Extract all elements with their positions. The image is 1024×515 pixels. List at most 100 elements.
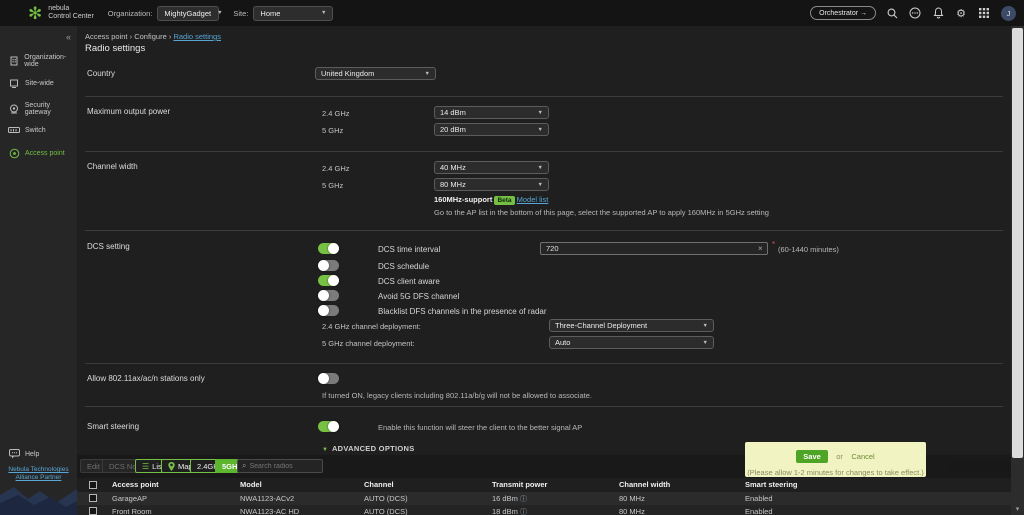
deploy-5-select[interactable]: Auto ▼ bbox=[549, 336, 714, 349]
cell-channel: AUTO (DCS) bbox=[364, 507, 408, 515]
settings-gear-icon[interactable]: ⚙ bbox=[954, 6, 968, 20]
col-access-point[interactable]: Access point bbox=[112, 480, 159, 489]
breadcrumb-configure[interactable]: Configure bbox=[134, 32, 167, 41]
cell-transmit-power: 16 dBm ⓘ bbox=[492, 494, 527, 503]
sidebar-item-organization-wide[interactable]: Organization-wide bbox=[8, 54, 77, 68]
organization-select[interactable]: MightyGadget ▼ bbox=[157, 5, 223, 21]
deploy-24-select[interactable]: Three-Channel Deployment ▼ bbox=[549, 319, 714, 332]
site-select[interactable]: Home ▼ bbox=[253, 5, 334, 21]
info-icon[interactable]: ⓘ bbox=[520, 509, 527, 515]
width-24-value: 40 MHz bbox=[440, 163, 466, 172]
chevron-down-icon: ▼ bbox=[537, 109, 543, 116]
sidebar-item-security-gateway[interactable]: Security gateway bbox=[8, 102, 77, 116]
dcs-time-interval-toggle[interactable] bbox=[318, 243, 339, 254]
model-list-link[interactable]: Model list bbox=[517, 195, 549, 204]
cell-transmit-power: 18 dBm ⓘ bbox=[492, 507, 527, 515]
allow-stations-toggle[interactable] bbox=[318, 373, 339, 384]
power-5-value: 20 dBm bbox=[440, 125, 466, 134]
dcs-client-aware-toggle[interactable] bbox=[318, 275, 339, 286]
advanced-options[interactable]: ▼ ADVANCED OPTIONS bbox=[322, 438, 415, 456]
page-title: Radio settings bbox=[85, 43, 146, 54]
power-24-select[interactable]: 14 dBm ▼ bbox=[434, 106, 549, 119]
info-icon[interactable]: ⓘ bbox=[520, 496, 527, 503]
scrollbar-down-arrow[interactable]: ▾ bbox=[1011, 505, 1024, 513]
blacklist-dfs-toggle[interactable] bbox=[318, 305, 339, 316]
country-label: Country bbox=[87, 69, 116, 78]
channel-width-label: Channel width bbox=[87, 162, 138, 171]
dcs-schedule-toggle[interactable] bbox=[318, 260, 339, 271]
col-model[interactable]: Model bbox=[240, 480, 262, 489]
smart-steering-toggle[interactable] bbox=[318, 421, 339, 432]
table-row[interactable]: Front Room NWA1123-AC HD AUTO (DCS) 18 d… bbox=[77, 505, 1011, 515]
width-5-select[interactable]: 80 MHz ▼ bbox=[434, 178, 549, 191]
sidebar-item-label: Help bbox=[25, 450, 40, 458]
col-channel[interactable]: Channel bbox=[364, 480, 394, 489]
allow-stations-note: If turned ON, legacy clients including 8… bbox=[322, 391, 593, 400]
smart-steering-note: Enable this function will steer the clie… bbox=[378, 423, 583, 432]
blacklist-dfs-label: Blacklist DFS channels in the presence o… bbox=[378, 307, 547, 316]
sidebar-item-site-wide[interactable]: Site-wide bbox=[8, 77, 54, 89]
dcs-setting-label: DCS setting bbox=[87, 242, 130, 251]
site-icon bbox=[8, 77, 20, 89]
site-label: Site: bbox=[233, 8, 249, 18]
cell-access-point[interactable]: GarageAP bbox=[112, 494, 147, 503]
cell-access-point[interactable]: Front Room bbox=[112, 507, 152, 515]
avoid-dfs-toggle[interactable] bbox=[318, 290, 339, 301]
sidebar-item-label: Access point bbox=[25, 149, 65, 157]
row-checkbox[interactable] bbox=[89, 507, 97, 515]
notifications-bell-icon[interactable] bbox=[931, 6, 945, 20]
country-select[interactable]: United Kingdom ▼ bbox=[315, 67, 436, 80]
avoid-dfs-label: Avoid 5G DFS channel bbox=[378, 292, 460, 301]
time-interval-hint: (60-1440 minutes) bbox=[778, 245, 839, 254]
clear-input-icon[interactable]: × bbox=[758, 244, 763, 253]
feedback-icon[interactable] bbox=[908, 6, 922, 20]
chevron-down-icon: ▼ bbox=[702, 339, 708, 346]
user-avatar[interactable]: J bbox=[1001, 5, 1016, 21]
ap-search-box: ⌕ bbox=[237, 459, 323, 473]
orchestrator-button[interactable]: Orchestrator → bbox=[810, 6, 876, 20]
sidebar-item-switch[interactable]: Switch bbox=[8, 124, 46, 136]
deploy-24-value: Three-Channel Deployment bbox=[555, 321, 648, 330]
breadcrumb-access-point[interactable]: Access point bbox=[85, 32, 128, 41]
ap-search-input[interactable] bbox=[249, 462, 320, 470]
search-icon[interactable] bbox=[885, 6, 899, 20]
select-all-checkbox[interactable] bbox=[89, 481, 97, 489]
sidebar-item-access-point[interactable]: Access point bbox=[8, 147, 65, 159]
deploy-24-label: 2.4 GHz channel deployment: bbox=[322, 322, 421, 331]
vertical-scrollbar[interactable]: ▾ bbox=[1011, 26, 1024, 515]
band-label-5: 5 GHz bbox=[322, 181, 344, 190]
nebula-control-center: ✻ nebula Control Center Organization: Mi… bbox=[0, 0, 1024, 515]
width-24-select[interactable]: 40 MHz ▼ bbox=[434, 161, 549, 174]
nebula-logo[interactable]: ✻ nebula Control Center bbox=[28, 5, 94, 22]
table-row[interactable]: GarageAP NWA1123-ACv2 AUTO (DCS) 16 dBm … bbox=[77, 492, 1011, 505]
scrollbar-thumb[interactable] bbox=[1012, 28, 1023, 458]
power-24-value: 14 dBm bbox=[440, 108, 466, 117]
cell-smart-steering: Enabled bbox=[745, 507, 773, 515]
col-smart-steering[interactable]: Smart steering bbox=[745, 480, 798, 489]
cancel-link[interactable]: Cancel bbox=[851, 452, 874, 461]
col-channel-width[interactable]: Channel width bbox=[619, 480, 670, 489]
apps-grid-icon[interactable] bbox=[977, 6, 991, 20]
map-pin-icon bbox=[168, 461, 175, 471]
save-button[interactable]: Save bbox=[796, 450, 828, 463]
partner-link[interactable]: Nebula Technologies Alliance Partner bbox=[4, 466, 73, 482]
sidebar-item-help[interactable]: Help bbox=[8, 448, 39, 460]
col-transmit-power[interactable]: Transmit power bbox=[492, 480, 547, 489]
cell-model: NWA1123-AC HD bbox=[240, 507, 300, 515]
cell-channel-width: 80 MHz bbox=[619, 507, 645, 515]
access-point-icon bbox=[8, 147, 20, 159]
logo-line1: nebula bbox=[48, 5, 70, 12]
band-label-24: 2.4 GHz bbox=[322, 109, 350, 118]
nebula-logo-icon: ✻ bbox=[28, 3, 43, 23]
breadcrumb-radio-settings[interactable]: Radio settings bbox=[173, 32, 221, 41]
chevron-down-icon: ▼ bbox=[424, 70, 430, 77]
sidebar-item-label: Organization-wide bbox=[24, 54, 67, 68]
breadcrumb: Access point › Configure › Radio setting… bbox=[85, 32, 221, 41]
dcs-time-interval-input[interactable] bbox=[540, 242, 768, 255]
cell-model: NWA1123-ACv2 bbox=[240, 494, 295, 503]
floating-widget[interactable] bbox=[947, 461, 1011, 473]
row-checkbox[interactable] bbox=[89, 494, 97, 502]
power-5-select[interactable]: 20 dBm ▼ bbox=[434, 123, 549, 136]
dcs-schedule-label: DCS schedule bbox=[378, 262, 430, 271]
sidebar-collapse-icon[interactable]: « bbox=[66, 32, 71, 42]
